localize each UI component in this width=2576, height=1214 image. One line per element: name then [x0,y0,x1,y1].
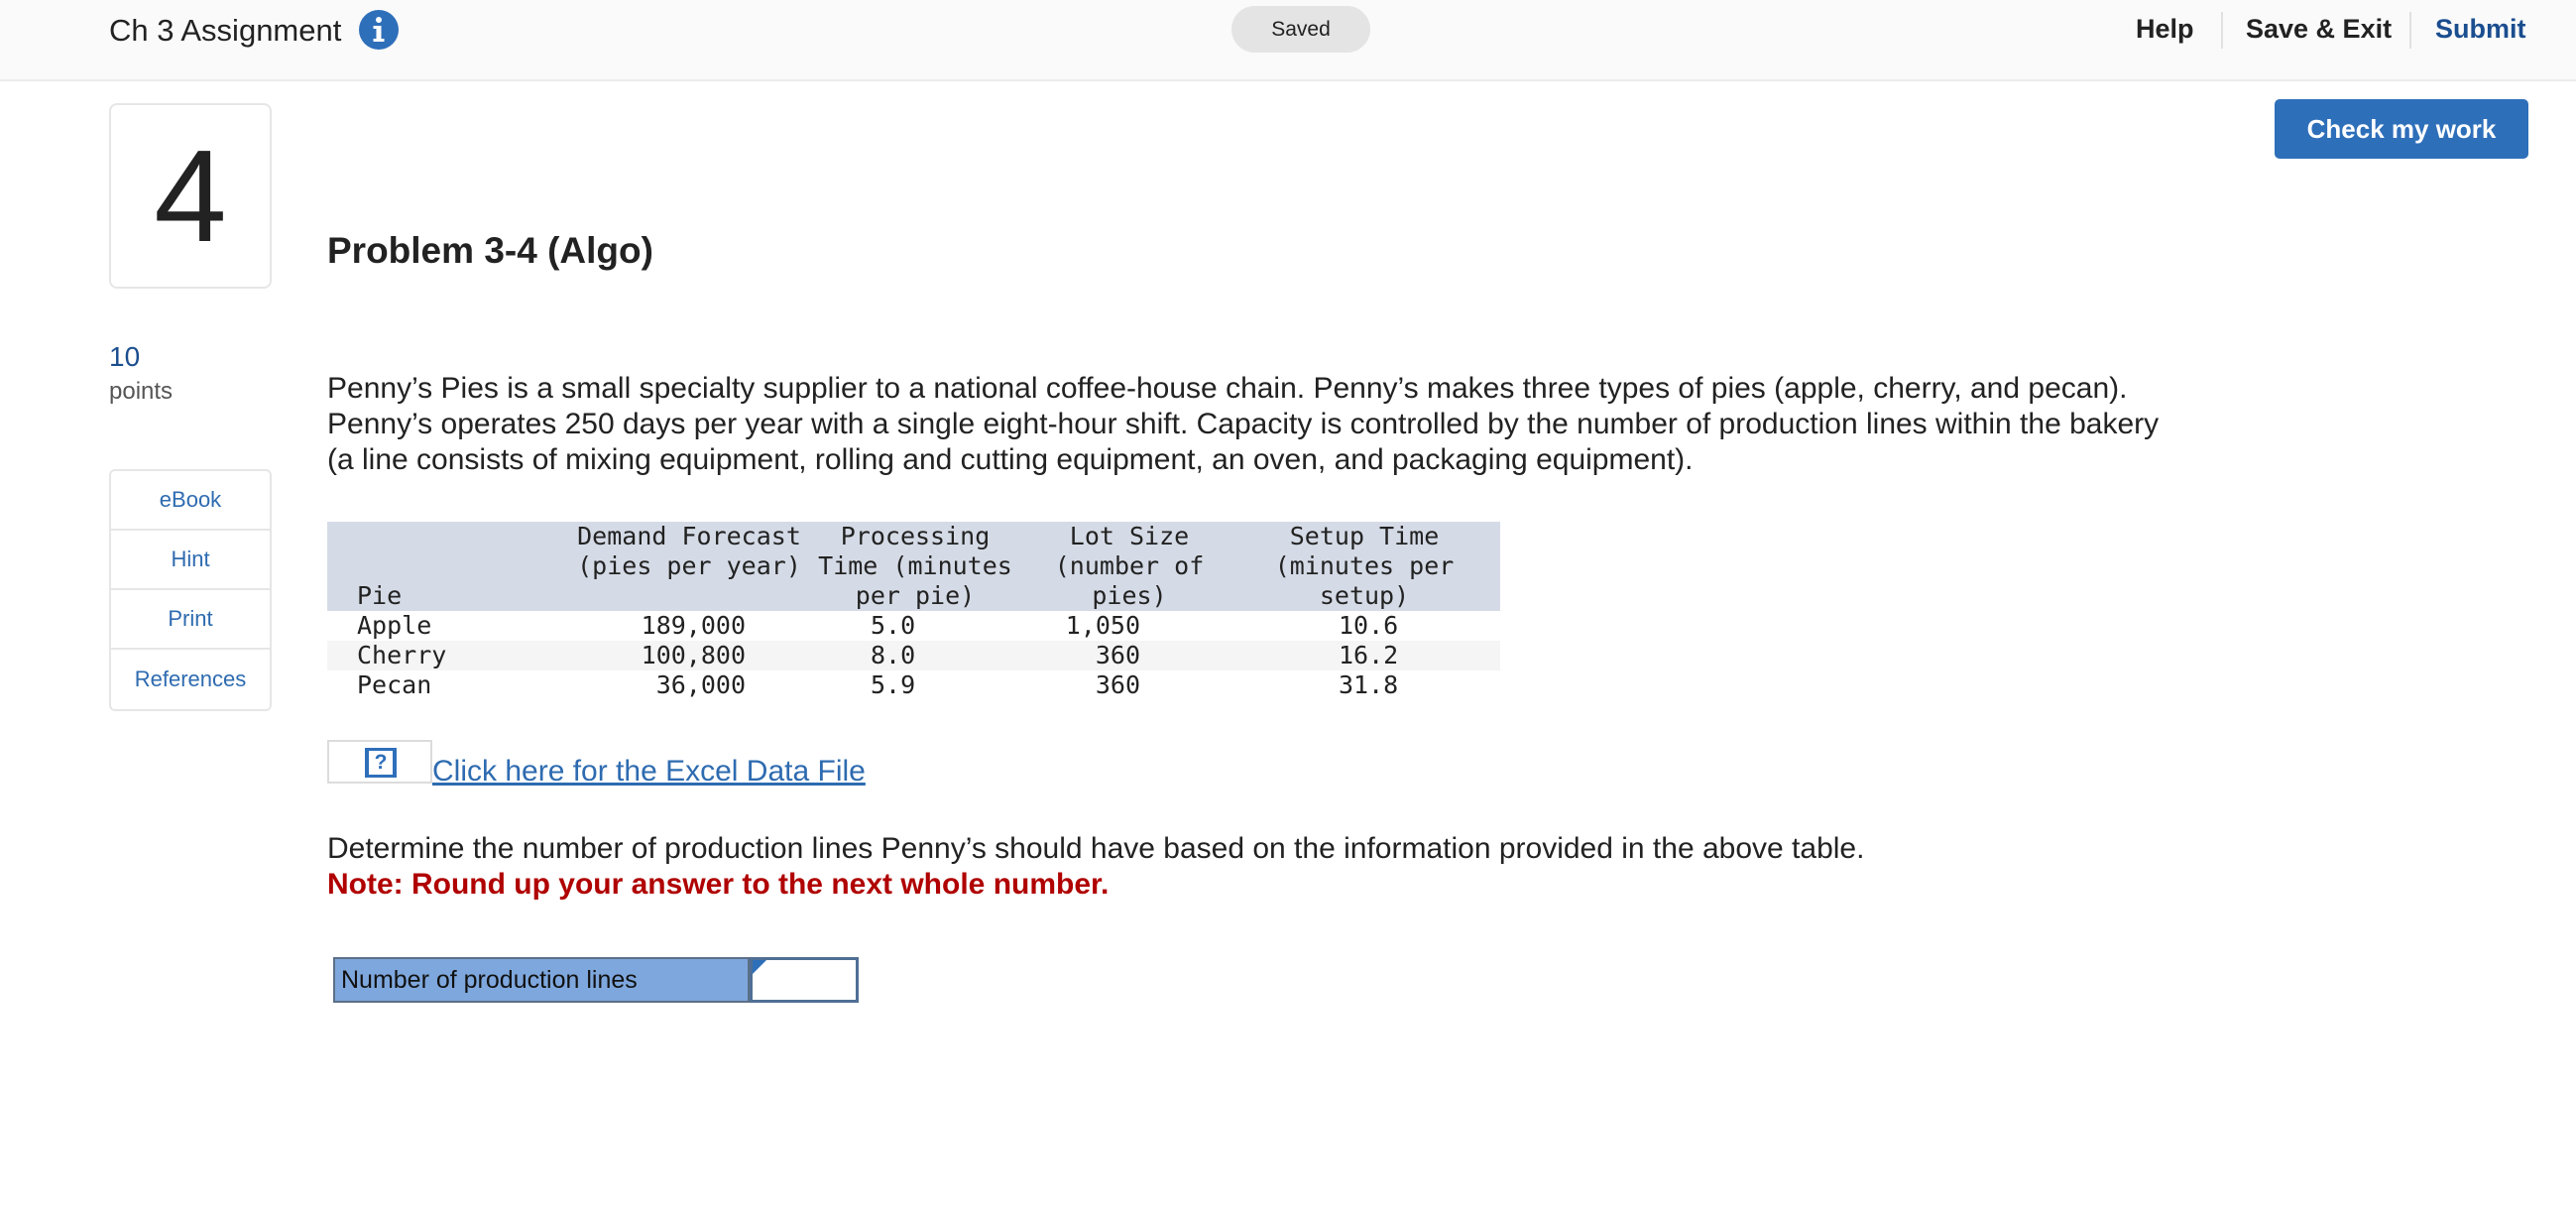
header-divider [2221,12,2223,49]
cell-processing: 5.9 [871,670,916,699]
answer-cell [750,957,859,1003]
pie-data-table: Pie Demand Forecast (pies per year) Proc… [327,522,1500,700]
cell-pie: Pecan [357,670,432,699]
save-exit-link[interactable]: Save & Exit [2246,6,2392,53]
info-icon[interactable] [358,9,400,51]
help-link[interactable]: Help [2136,6,2194,53]
cell-processing: 8.0 [871,641,916,669]
hint-link[interactable]: Hint [111,531,270,590]
cell-demand: 36,000 [655,670,746,699]
ebook-link[interactable]: eBook [111,471,270,531]
cell-processing: 5.0 [871,611,916,640]
header-divider [2409,12,2411,49]
header-demand: Demand Forecast (pies per year) [577,522,801,580]
rounding-note: Note: Round up your answer to the next w… [327,868,1110,901]
points-value: 10 [109,341,141,372]
answer-label: Number of production lines [333,957,750,1003]
excel-file-button[interactable]: ? [327,740,432,784]
header-processing: Processing Time (minutes per pie) [818,522,1012,610]
cell-pie: Cherry [357,641,447,669]
cell-demand: 189,000 [641,611,746,640]
header-setup-time: Setup Time (minutes per setup) [1274,522,1455,610]
cell-demand: 100,800 [641,641,746,669]
cell-setup-time: 31.8 [1339,670,1399,699]
question-number: 4 [109,103,272,289]
saved-status-badge: Saved [1231,6,1370,53]
check-my-work-button[interactable]: Check my work [2275,99,2528,159]
table-row: Apple 189,000 5.0 1,050 10.6 [327,611,1500,641]
production-lines-input[interactable] [753,960,856,1000]
submit-link[interactable]: Submit [2435,6,2526,53]
cell-setup-time: 16.2 [1339,641,1399,669]
problem-intro: Penny’s Pies is a small specialty suppli… [327,372,2160,476]
question-mark-icon: ? [365,748,397,778]
table-header: Pie Demand Forecast (pies per year) Proc… [327,522,1500,611]
cell-pie: Apple [357,611,432,640]
resource-list: eBook Hint Print References [109,469,272,711]
assignment-title: Ch 3 Assignment [109,13,342,48]
cell-lot-size: 1,050 [1065,611,1140,640]
answer-row: Number of production lines [333,957,859,1003]
header-lot-size: Lot Size (number of pies) [1054,522,1205,610]
header-pie: Pie [357,581,403,610]
question-prompt: Determine the number of production lines… [327,832,1865,865]
cell-lot-size: 360 [1095,641,1140,669]
top-header: Ch 3 Assignment Saved Help Save & Exit S… [0,0,2576,81]
answer-flag-icon [753,960,766,974]
table-row: Cherry 100,800 8.0 360 16.2 [327,641,1500,670]
points-label: points [109,378,174,405]
excel-data-file-link[interactable]: Click here for the Excel Data File [432,754,866,789]
cell-setup-time: 10.6 [1339,611,1399,640]
cell-lot-size: 360 [1095,670,1140,699]
references-link[interactable]: References [111,650,270,709]
table-row: Pecan 36,000 5.9 360 31.8 [327,670,1500,700]
print-link[interactable]: Print [111,590,270,650]
problem-title: Problem 3-4 (Algo) [327,230,653,271]
